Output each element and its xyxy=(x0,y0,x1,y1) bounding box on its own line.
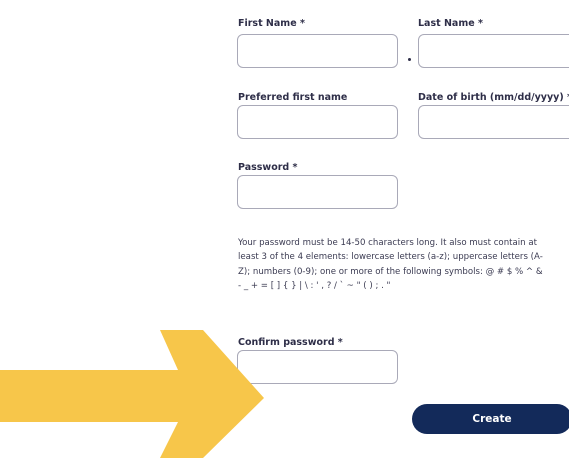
arrow-right-icon xyxy=(0,330,264,458)
